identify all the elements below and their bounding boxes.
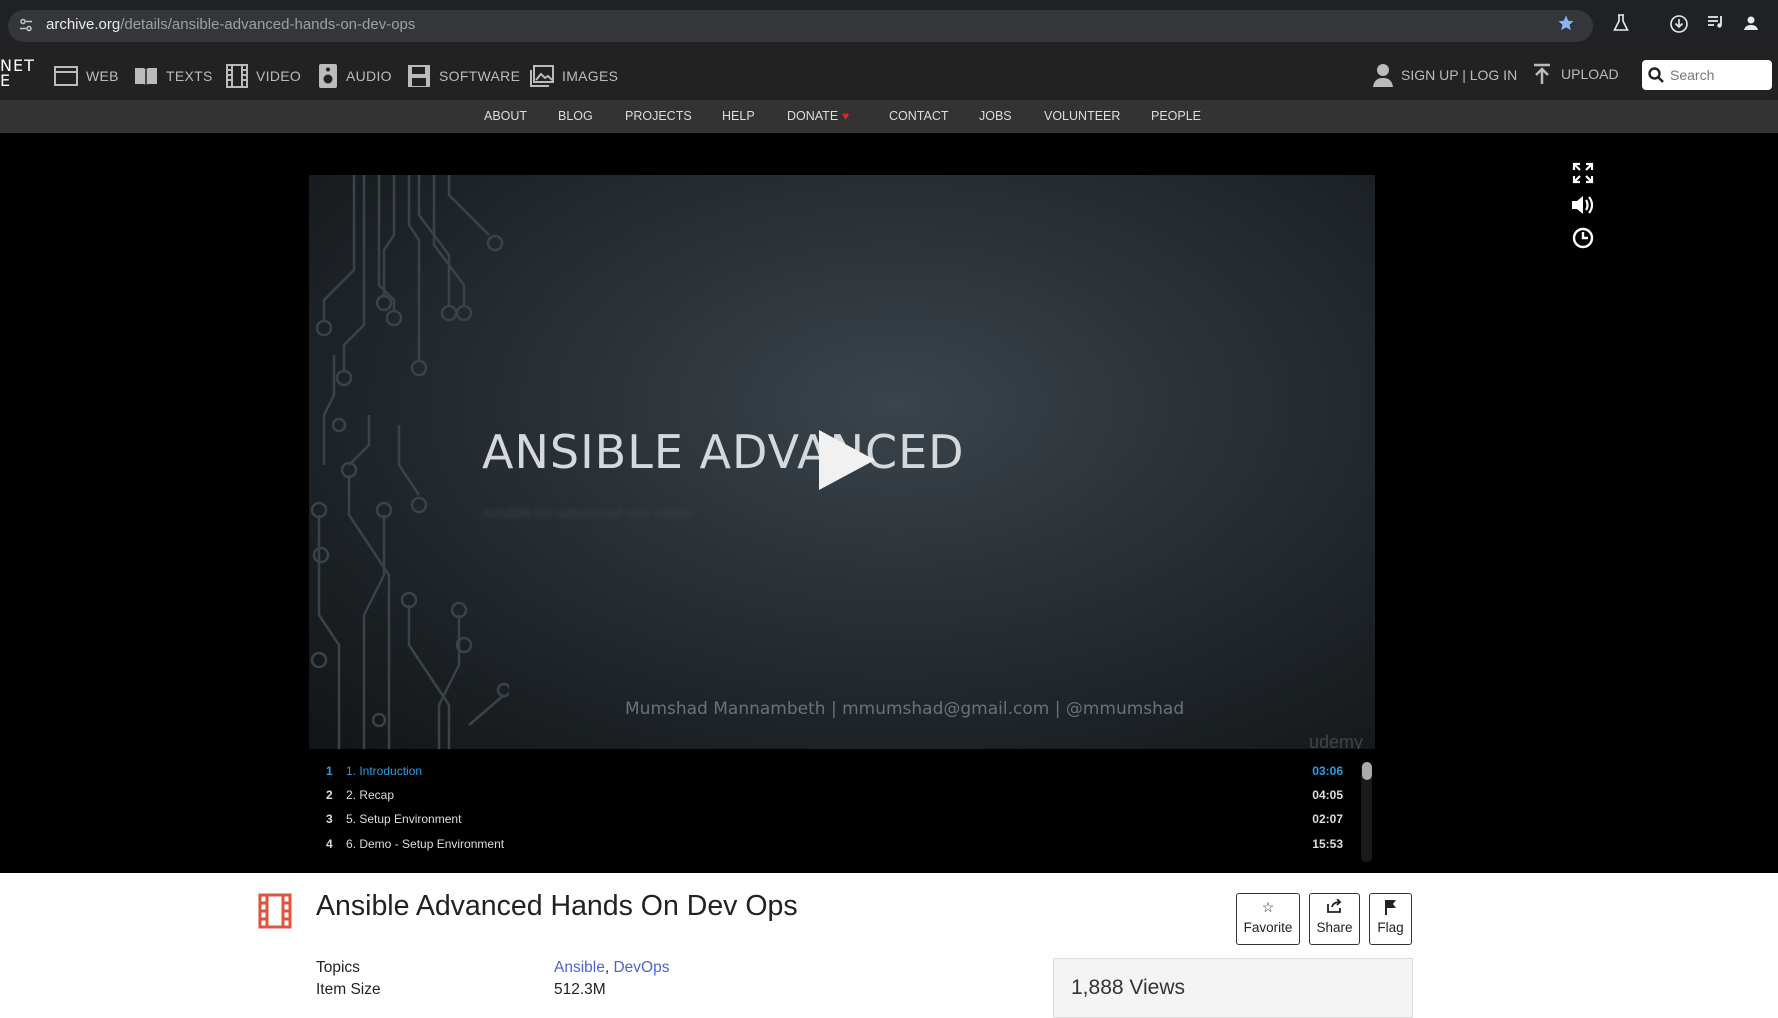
search-icon bbox=[1648, 67, 1664, 83]
url-path: /details/ansible-advanced-hands-on-dev-o… bbox=[120, 16, 416, 33]
sign-up-login[interactable]: SIGN UP | LOG IN bbox=[1373, 63, 1517, 87]
sign-up-login-label: SIGN UP | LOG IN bbox=[1401, 67, 1518, 83]
item-title: Ansible Advanced Hands On Dev Ops bbox=[316, 890, 798, 922]
subnav-projects[interactable]: PROJECTS bbox=[625, 109, 692, 123]
playlist-item-number: 2 bbox=[326, 788, 333, 802]
slide-brand: udemy bbox=[1309, 732, 1364, 749]
logo-line: E bbox=[0, 71, 12, 90]
slide-credit: Mumshad Mannambeth | mmumshad@gmail.com … bbox=[625, 699, 1185, 719]
playlist-item[interactable]: 4 6. Demo - Setup Environment 15:53 bbox=[309, 833, 1359, 855]
speaker-icon bbox=[319, 64, 337, 88]
flag-button[interactable]: Flag bbox=[1369, 893, 1412, 945]
share-icon bbox=[1310, 898, 1359, 917]
search-input[interactable] bbox=[1670, 67, 1765, 83]
subnav-blog[interactable]: BLOG bbox=[558, 109, 593, 123]
topics-label: Topics bbox=[316, 959, 360, 976]
heart-icon: ♥ bbox=[842, 109, 850, 123]
topics-value: Ansible, DevOps bbox=[554, 959, 670, 976]
playlist: 1 1. Introduction 03:06 2 2. Recap 04:05… bbox=[309, 760, 1375, 860]
playlist-item-title: 5. Setup Environment bbox=[346, 812, 462, 826]
book-icon bbox=[135, 68, 157, 85]
subnav-jobs[interactable]: JOBS bbox=[979, 109, 1012, 123]
nav-images-label: IMAGES bbox=[562, 68, 619, 84]
favorite-label: Favorite bbox=[1243, 920, 1293, 935]
playlist-scrollbar-thumb[interactable] bbox=[1362, 762, 1372, 780]
nav-software-label: SOFTWARE bbox=[439, 68, 521, 84]
upload-label: UPLOAD bbox=[1561, 66, 1619, 82]
subnav-about[interactable]: ABOUT bbox=[484, 109, 527, 123]
subnav-volunteer[interactable]: VOLUNTEER bbox=[1044, 109, 1120, 123]
nav-audio[interactable]: AUDIO bbox=[318, 63, 392, 89]
profile-icon[interactable] bbox=[1740, 14, 1762, 36]
item-size-label: Item Size bbox=[316, 981, 381, 998]
subnav-people[interactable]: PEOPLE bbox=[1151, 109, 1201, 123]
favorite-button[interactable]: ☆ Favorite bbox=[1236, 893, 1300, 945]
labs-flask-icon[interactable] bbox=[1610, 14, 1632, 36]
views-count: 1,888 Views bbox=[1071, 976, 1186, 999]
ia-logo[interactable]: NET E bbox=[0, 58, 35, 90]
subnav-donate[interactable]: DONATE ♥ bbox=[787, 109, 849, 123]
playlist-item-title: 1. Introduction bbox=[346, 764, 423, 778]
playlist-item-number: 4 bbox=[326, 837, 333, 851]
upload-button[interactable]: UPLOAD bbox=[1533, 63, 1619, 85]
volume-icon[interactable] bbox=[1571, 194, 1595, 218]
playlist-item-title: 6. Demo - Setup Environment bbox=[346, 837, 505, 851]
share-label: Share bbox=[1316, 920, 1353, 935]
site-info-icon[interactable] bbox=[17, 17, 35, 35]
topic-link[interactable]: DevOps bbox=[613, 959, 669, 976]
media-control-icon[interactable] bbox=[1705, 14, 1727, 36]
url-host: archive.org bbox=[46, 16, 121, 33]
search-box[interactable] bbox=[1642, 60, 1772, 90]
nav-software[interactable]: SOFTWARE bbox=[407, 63, 520, 89]
subnav-donate-label: DONATE bbox=[787, 109, 839, 123]
playlist-item-number: 3 bbox=[326, 812, 333, 826]
bookmark-star-icon[interactable] bbox=[1555, 14, 1577, 36]
playlist-item[interactable]: 2 2. Recap 04:05 bbox=[309, 784, 1359, 806]
play-button[interactable] bbox=[819, 430, 875, 490]
star-icon: ☆ bbox=[1261, 899, 1275, 915]
playlist-item-duration: 04:05 bbox=[1312, 788, 1343, 802]
user-icon bbox=[1373, 64, 1393, 87]
playlist-item[interactable]: 3 5. Setup Environment 02:07 bbox=[309, 808, 1359, 830]
subnav-help[interactable]: HELP bbox=[722, 109, 755, 123]
film-icon bbox=[226, 64, 248, 88]
playlist-item-title: 2. Recap bbox=[346, 788, 395, 802]
image-icon bbox=[530, 65, 554, 87]
playlist-item-duration: 15:53 bbox=[1312, 837, 1343, 851]
item-size-value: 512.3M bbox=[554, 981, 606, 998]
playlist-item-number: 1 bbox=[326, 764, 333, 778]
download-icon[interactable] bbox=[1668, 14, 1690, 36]
subnav-contact[interactable]: CONTACT bbox=[889, 109, 949, 123]
nav-texts[interactable]: TEXTS bbox=[134, 63, 213, 89]
movie-icon bbox=[258, 893, 292, 934]
nav-web[interactable]: WEB bbox=[54, 63, 119, 89]
nav-video[interactable]: VIDEO bbox=[226, 63, 301, 89]
share-button[interactable]: Share bbox=[1309, 893, 1360, 945]
topic-link[interactable]: Ansible bbox=[554, 959, 605, 976]
slide-title: ANSIBLE ADVANCED bbox=[482, 425, 965, 479]
web-icon bbox=[54, 66, 78, 86]
upload-icon bbox=[1534, 63, 1550, 84]
nav-video-label: VIDEO bbox=[256, 68, 302, 84]
nav-web-label: WEB bbox=[86, 68, 119, 84]
slide-subtitle: Ansible for advanced use cases bbox=[482, 505, 694, 522]
flag-label: Flag bbox=[1377, 920, 1404, 935]
circuit-decoration bbox=[310, 175, 509, 749]
nav-texts-label: TEXTS bbox=[166, 68, 213, 84]
floppy-icon bbox=[408, 65, 430, 87]
address-url[interactable]: archive.org/details/ansible-advanced-han… bbox=[46, 16, 415, 33]
nav-audio-label: AUDIO bbox=[346, 68, 392, 84]
video-player[interactable]: ANSIBLE ADVANCED Ansible for advanced us… bbox=[309, 175, 1375, 749]
playlist-item[interactable]: 1 1. Introduction 03:06 bbox=[309, 760, 1359, 782]
clock-icon[interactable] bbox=[1571, 227, 1595, 251]
playlist-item-duration: 02:07 bbox=[1312, 812, 1343, 826]
flag-icon bbox=[1370, 899, 1411, 917]
playlist-item-duration: 03:06 bbox=[1312, 764, 1343, 778]
fullscreen-icon[interactable] bbox=[1571, 162, 1595, 186]
nav-images[interactable]: IMAGES bbox=[530, 63, 618, 89]
